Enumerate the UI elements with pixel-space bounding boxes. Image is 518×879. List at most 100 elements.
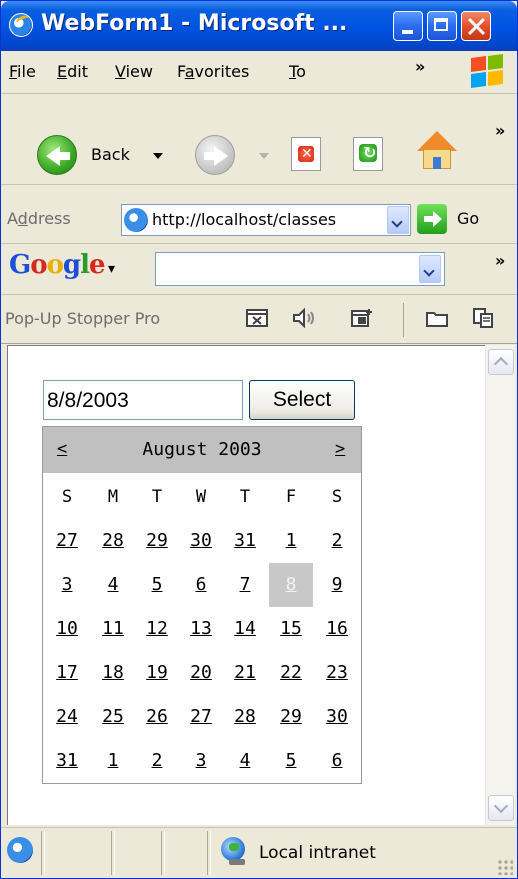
- refresh-button[interactable]: ↻: [353, 137, 383, 171]
- calendar-day[interactable]: 3: [179, 739, 223, 783]
- calendar-day[interactable]: 30: [179, 519, 223, 563]
- refresh-icon: ↻: [363, 143, 377, 162]
- calendar-day[interactable]: 13: [179, 607, 223, 651]
- calendar-day[interactable]: 28: [223, 695, 267, 739]
- go-icon[interactable]: [417, 204, 447, 234]
- menu-tools[interactable]: To: [289, 62, 306, 81]
- calendar-day[interactable]: 17: [45, 651, 89, 695]
- calendar-day[interactable]: 2: [135, 739, 179, 783]
- globe-icon: [219, 837, 249, 865]
- scroll-down-button[interactable]: [488, 795, 514, 821]
- calendar-day[interactable]: 15: [269, 607, 313, 651]
- calendar-day[interactable]: 19: [135, 651, 179, 695]
- back-button[interactable]: [37, 135, 77, 175]
- stop-button[interactable]: ✕: [291, 137, 321, 171]
- calendar-day[interactable]: 4: [91, 563, 135, 607]
- close-button[interactable]: [461, 11, 491, 41]
- maximize-button[interactable]: [427, 11, 457, 41]
- calendar-day[interactable]: 31: [45, 739, 89, 783]
- calendar-day[interactable]: 1: [91, 739, 135, 783]
- google-logo[interactable]: Google ▾: [9, 250, 115, 280]
- next-month-link[interactable]: >: [335, 439, 345, 459]
- forward-icon: [214, 146, 228, 166]
- home-button[interactable]: [415, 129, 459, 173]
- calendar-day[interactable]: 22: [269, 651, 313, 695]
- calendar-day[interactable]: 4: [223, 739, 267, 783]
- status-divider: [207, 831, 211, 875]
- calendar-day[interactable]: 24: [45, 695, 89, 739]
- calendar-day-of-week: F: [285, 487, 297, 507]
- calendar-day[interactable]: 20: [179, 651, 223, 695]
- calendar-day[interactable]: 16: [315, 607, 359, 651]
- calendar-day[interactable]: 10: [45, 607, 89, 651]
- calendar-day[interactable]: 2: [315, 519, 359, 563]
- calendar-day[interactable]: 26: [135, 695, 179, 739]
- calendar-day-selected[interactable]: 8: [269, 563, 313, 607]
- calendar-day[interactable]: 27: [45, 519, 89, 563]
- calendar-day-of-week: W: [195, 487, 207, 507]
- menu-file[interactable]: File: [9, 62, 36, 81]
- forward-dropdown-icon[interactable]: [259, 153, 269, 159]
- popup-window-icon[interactable]: [245, 307, 269, 329]
- popup-stopper-label[interactable]: Pop-Up Stopper Pro: [5, 309, 160, 328]
- calendar-day[interactable]: 6: [315, 739, 359, 783]
- scroll-up-button[interactable]: [488, 349, 514, 375]
- calendar-day[interactable]: 31: [223, 519, 267, 563]
- copy-icon[interactable]: [471, 307, 495, 329]
- calendar-day[interactable]: 25: [91, 695, 135, 739]
- folder-icon[interactable]: [425, 307, 449, 329]
- back-dropdown-icon[interactable]: [153, 153, 163, 159]
- calendar-day[interactable]: 11: [91, 607, 135, 651]
- calendar-day[interactable]: 7: [223, 563, 267, 607]
- calendar-day-of-week: T: [239, 487, 251, 507]
- forward-button[interactable]: [195, 135, 235, 175]
- calendar-day[interactable]: 28: [91, 519, 135, 563]
- calendar-day[interactable]: 18: [91, 651, 135, 695]
- date-input[interactable]: 8/8/2003: [43, 380, 243, 420]
- calendar-day-of-week: M: [107, 487, 119, 507]
- page-icon: [124, 208, 148, 232]
- menu-overflow-chevron[interactable]: »: [415, 57, 425, 76]
- sound-icon[interactable]: [291, 307, 315, 329]
- google-overflow-chevron[interactable]: »: [495, 251, 505, 270]
- calendar-day[interactable]: 3: [45, 563, 89, 607]
- google-search-input[interactable]: [155, 252, 445, 286]
- go-label[interactable]: Go: [457, 209, 479, 228]
- menu-edit[interactable]: Edit: [57, 62, 88, 81]
- address-url[interactable]: http://localhost/classes: [152, 210, 336, 229]
- address-dropdown-button[interactable]: [387, 206, 409, 234]
- calendar-day[interactable]: 12: [135, 607, 179, 651]
- google-search-dropdown-button[interactable]: [419, 255, 441, 283]
- browser-window: WebForm1 - Microsoft ... File Edit View …: [0, 0, 518, 879]
- select-button[interactable]: Select: [249, 380, 355, 420]
- address-field[interactable]: http://localhost/classes: [121, 204, 411, 236]
- calendar-day[interactable]: 21: [223, 651, 267, 695]
- minimize-button[interactable]: [393, 11, 423, 41]
- vertical-scrollbar[interactable]: [485, 345, 515, 825]
- status-divider: [41, 831, 45, 875]
- popup-add-icon[interactable]: [349, 307, 373, 329]
- toolbar-overflow-chevron[interactable]: »: [495, 121, 505, 140]
- calendar-day[interactable]: 1: [269, 519, 313, 563]
- calendar-day[interactable]: 29: [135, 519, 179, 563]
- calendar-day[interactable]: 23: [315, 651, 359, 695]
- calendar-day[interactable]: 30: [315, 695, 359, 739]
- calendar-day[interactable]: 6: [179, 563, 223, 607]
- stop-icon: ✕: [301, 146, 313, 162]
- calendar-day[interactable]: 5: [135, 563, 179, 607]
- title-bar[interactable]: WebForm1 - Microsoft ...: [1, 1, 517, 51]
- menu-view[interactable]: View: [115, 62, 153, 81]
- calendar: < August 2003 > S M T W T F S 27 28 29 30 31 1 2 3 4 5 6 7…: [42, 426, 362, 784]
- windows-logo-icon: [467, 53, 507, 91]
- calendar-day[interactable]: 5: [269, 739, 313, 783]
- calendar-day[interactable]: 29: [269, 695, 313, 739]
- menu-favorites[interactable]: Favorites: [177, 62, 249, 81]
- calendar-month-title: August 2003: [142, 439, 262, 460]
- resize-grip-icon[interactable]: [497, 859, 513, 875]
- ie-icon[interactable]: [9, 13, 33, 37]
- calendar-day[interactable]: 27: [179, 695, 223, 739]
- back-label[interactable]: Back: [91, 145, 130, 164]
- calendar-day[interactable]: 9: [315, 563, 359, 607]
- calendar-day[interactable]: 14: [223, 607, 267, 651]
- toolbar-separator: [403, 303, 404, 337]
